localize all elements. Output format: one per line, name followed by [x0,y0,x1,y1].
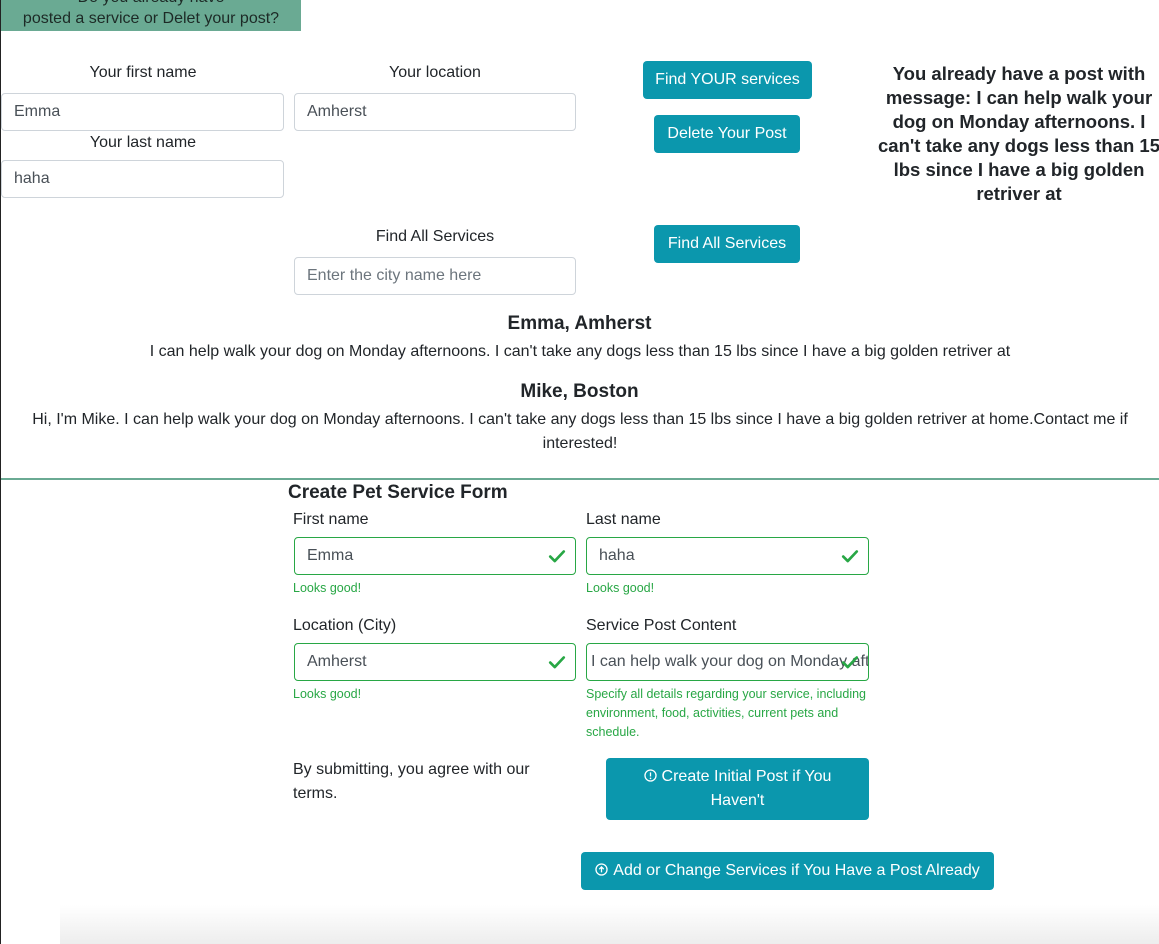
first-name-feedback: Looks good! [293,581,362,595]
header-banner: Do you already have posted a service or … [1,0,301,31]
form-first-name-label: First name [293,511,369,528]
bottom-shadow [60,905,1159,944]
city-search-input[interactable]: Enter the city name here [294,257,576,295]
form-first-name-value: Emma [307,547,354,564]
last-name-input[interactable]: haha [1,160,284,198]
post-title: Emma, Amherst [507,313,652,334]
section-divider [1,478,1159,480]
location-label: Your location [389,64,481,81]
change-services-button[interactable]: Add or Change Services if You Have a Pos… [581,852,994,890]
page-left-border [0,0,1,944]
form-last-name-label: Last name [586,511,661,528]
form-location-label: Location (City) [293,617,397,634]
first-name-input[interactable]: Emma [1,93,284,131]
create-post-button[interactable]: Create Initial Post if You Haven't [606,758,869,820]
form-content-value: I can help walk your dog on Monday after… [591,653,869,670]
existing-post-notice: You already have a post with message: I … [878,63,1159,204]
form-title: Create Pet Service Form [288,482,508,503]
info-circle-icon [643,769,657,782]
valid-check-icon [841,656,859,669]
find-all-label: Find All Services [375,228,495,245]
banner-line-2: posted a service or Delet your post? [22,10,280,27]
last-name-feedback: Looks good! [586,581,655,595]
arrow-circle-icon [595,863,608,876]
post-body: Hi, I'm Mike. I can help walk your dog o… [32,411,1128,452]
form-content-label: Service Post Content [586,617,737,634]
terms-text: By submitting, you agree with our terms. [293,761,530,802]
location-input[interactable]: Amherst [294,93,576,131]
form-first-name-input[interactable]: Emma [294,537,576,575]
content-help-text: Specify all details regarding your servi… [586,687,867,739]
create-post-label: Create Initial Post if You Haven't [661,768,832,809]
find-all-services-button[interactable]: Find All Services [654,225,800,263]
location-feedback: Looks good! [293,687,362,701]
delete-post-button[interactable]: Delete Your Post [654,115,800,153]
form-last-name-value: haha [599,547,635,564]
form-location-value: Amherst [307,653,367,670]
banner-line-1: Do you already have [1,0,301,8]
post-title: Mike, Boston [520,381,639,402]
change-services-label: Add or Change Services if You Have a Pos… [613,862,980,879]
post-body: I can help walk your dog on Monday after… [149,343,1011,360]
last-name-label: Your last name [89,134,197,151]
valid-check-icon [548,656,566,669]
find-your-services-button[interactable]: Find YOUR services [643,61,812,99]
valid-check-icon [548,550,566,563]
first-name-label: Your first name [89,64,197,81]
form-content-input[interactable]: I can help walk your dog on Monday after… [586,643,869,681]
form-last-name-input[interactable]: haha [586,537,869,575]
valid-check-icon [841,550,859,563]
form-location-input[interactable]: Amherst [294,643,576,681]
